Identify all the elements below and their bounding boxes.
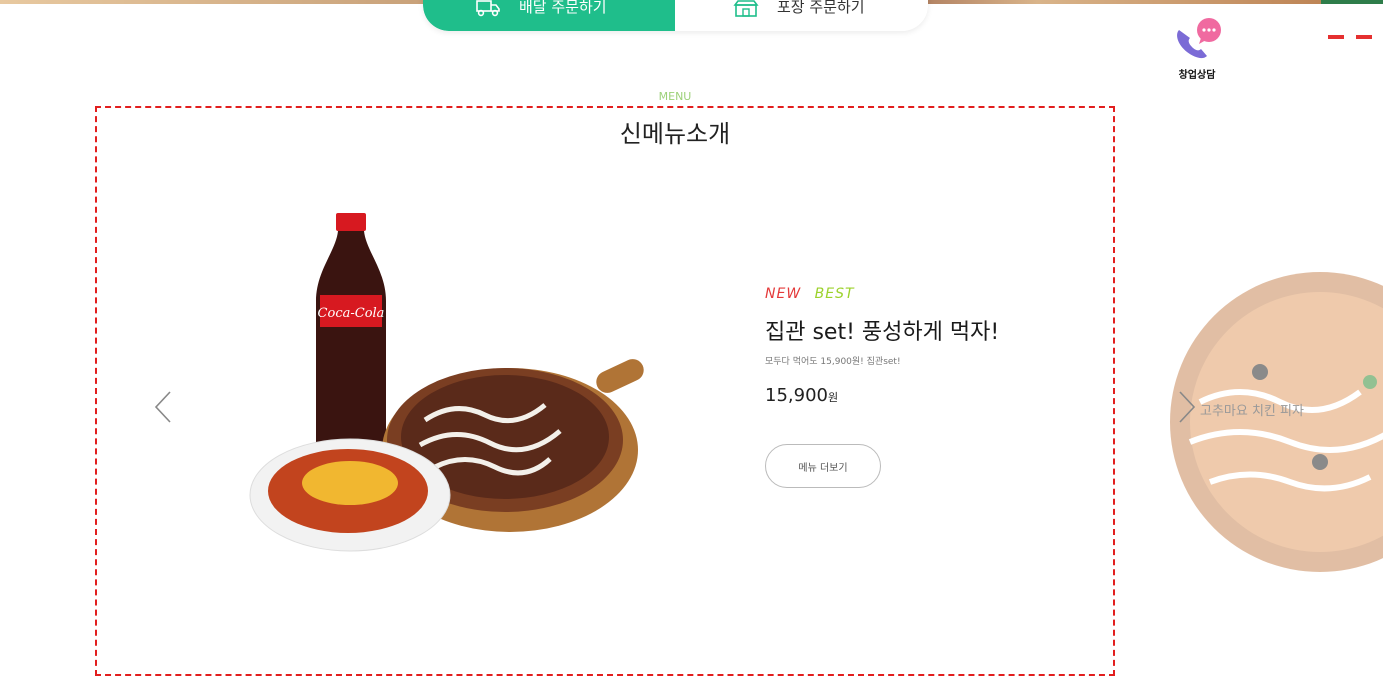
product-info: NEW BEST 집관 set! 풍성하게 먹자! 모두다 먹어도 15,900… bbox=[765, 286, 999, 488]
chevron-right-icon[interactable] bbox=[1176, 390, 1198, 424]
nav-dash-indicator bbox=[1356, 35, 1372, 39]
chevron-left-icon[interactable] bbox=[152, 390, 174, 424]
phone-chat-icon bbox=[1177, 18, 1221, 59]
startup-consult-button[interactable]: 창업상담 bbox=[1168, 16, 1226, 81]
section-eyebrow: MENU bbox=[658, 90, 692, 103]
menu-more-button[interactable]: 메뉴 더보기 bbox=[765, 444, 881, 488]
top-strip-accent bbox=[1321, 0, 1383, 4]
pickup-order-button[interactable]: 포장 주문하기 bbox=[675, 0, 927, 31]
store-pickup-icon bbox=[733, 0, 759, 17]
best-tag: BEST bbox=[814, 286, 855, 302]
next-product-name: 고추마요 치킨 피자 bbox=[1200, 404, 1304, 419]
product-tags: NEW BEST bbox=[765, 286, 999, 302]
pickup-order-label: 포장 주문하기 bbox=[777, 0, 865, 16]
delivery-scooter-icon bbox=[476, 0, 500, 17]
product-description: 모두다 먹어도 15,900원! 집관set! bbox=[765, 357, 901, 367]
nav-dash-indicator bbox=[1328, 35, 1344, 39]
price-value: 15,900 bbox=[765, 385, 828, 406]
section-title: 신메뉴소개 bbox=[619, 120, 731, 148]
order-bar: 배달 주문하기 포장 주문하기 bbox=[423, 0, 928, 31]
delivery-order-label: 배달 주문하기 bbox=[519, 0, 607, 16]
new-tag: NEW bbox=[765, 286, 802, 302]
product-image: Coca-Cola bbox=[249, 213, 644, 552]
next-product-image bbox=[1170, 272, 1383, 572]
svg-text:Coca-Cola: Coca-Cola bbox=[318, 306, 385, 321]
product-price: 15,900원 bbox=[765, 385, 999, 406]
consult-label: 창업상담 bbox=[1178, 70, 1216, 81]
product-name: 집관 set! 풍성하게 먹자! bbox=[765, 320, 1000, 345]
delivery-order-button[interactable]: 배달 주문하기 bbox=[423, 0, 675, 31]
price-unit: 원 bbox=[827, 391, 839, 404]
